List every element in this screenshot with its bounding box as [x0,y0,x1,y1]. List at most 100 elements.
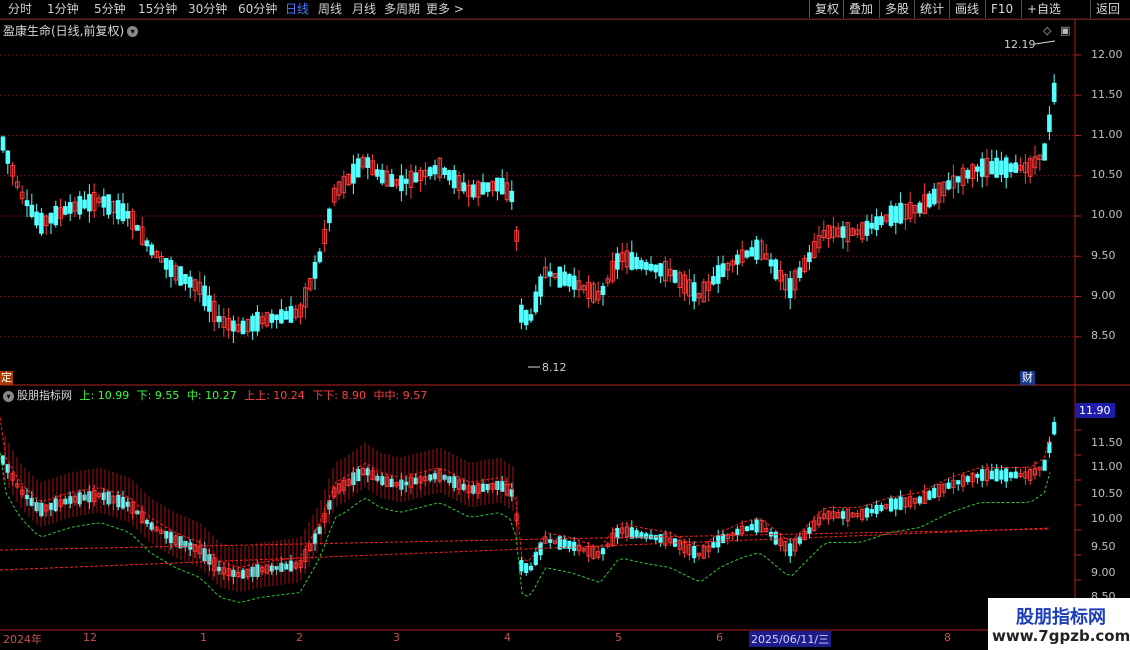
candle-body [379,169,385,184]
candle-body [715,265,721,284]
candle-body [749,247,755,257]
ind-candle-body [39,502,44,517]
ind-candle-body [572,541,577,551]
ind-candle-body [528,565,534,571]
candle-body [274,314,279,321]
candle-body [658,263,663,277]
candle-body [965,169,971,179]
indicator-value-upper: 上: 10.99 [79,389,130,402]
ind-candle-body [932,487,937,498]
ind-candle-body [432,473,438,480]
y-tick: 10.00 [1091,512,1123,525]
ind-candle-body [120,496,126,509]
candle-body [451,170,457,189]
ind-candle-body [735,528,740,536]
indicator-value-lower2: 下下: 8.90 [312,389,367,402]
cursor-date: 2025/06/11/三 [749,631,832,647]
indicator-name: 股朋指标网 [17,389,72,402]
candle-body [250,315,255,332]
candle-body [1047,114,1052,132]
candle-body [874,216,879,231]
candle-body [207,295,212,312]
ind-candle-body [711,542,716,548]
candle-body [615,253,620,270]
candle-body [879,216,884,226]
watermark-title: 股朋指标网 [1016,607,1106,628]
y-tick: 11.50 [1091,436,1123,449]
candle-body [87,194,92,212]
candle-body [975,166,980,172]
chevron-down-icon[interactable]: ▾ [3,390,14,402]
candle-body [600,285,606,295]
candle-body [106,194,111,215]
candle-body [547,271,553,277]
candle-body [48,212,54,224]
candle-body [317,251,323,263]
candle-body [955,176,961,183]
candle-body [1042,143,1047,161]
candle-body [787,278,793,299]
ind-candle-body [888,498,894,512]
candle-body [283,311,289,320]
candle-body [389,174,395,187]
kline-chart[interactable] [0,0,1130,650]
indicator-value-upper2: 上上: 10.24 [244,389,305,402]
x-label: 2024年 [3,633,42,646]
candle-body [523,310,529,326]
ind-candle-body [480,483,486,492]
candle-body [125,211,131,219]
candle-body [67,202,73,214]
x-label: 8 [944,631,951,644]
ind-candle-body [874,504,879,514]
candle-body [1051,82,1057,102]
y-tick: 10.00 [1091,208,1123,221]
candle-body [639,260,644,270]
candle-body [149,244,155,256]
candle-body [183,274,188,285]
y-tick: 11.50 [1091,88,1123,101]
ind-candle-body [980,469,985,481]
x-label: 2 [296,631,303,644]
ind-candle-body [965,476,970,482]
candle-body [480,182,486,195]
ind-candle-body [994,468,999,482]
finance-badge[interactable]: 财 [1020,371,1035,385]
high-arrow [1034,40,1056,45]
y-tick: 9.00 [1091,566,1116,579]
candle-body [999,160,1004,175]
ind-candle-body [658,534,663,543]
candle-body [1013,162,1019,173]
candle-body [528,314,534,321]
candle-body [773,259,779,280]
indicator-legend: ▾ 股朋指标网 上: 10.99 下: 9.55 中: 10.27 上上: 10.… [3,387,431,403]
ind-candle-body [946,482,951,489]
candle-body [888,205,894,226]
ind-candle-body [312,533,318,545]
candle-body [735,254,740,265]
y-tick: 11.00 [1091,460,1123,473]
candle-body [144,240,150,247]
candle-body [413,172,419,183]
candle-body [187,276,193,288]
candle-body [312,261,318,279]
ind-candle-body [548,539,553,543]
current-value-box: 11.90 [1076,403,1115,418]
ind-candle-body [927,490,932,500]
candle-body [53,205,59,226]
candle-body [351,163,356,184]
candle-body [355,158,361,178]
candle-body [375,169,380,177]
candle-body [101,196,107,208]
candle-body [711,276,716,285]
y-tick: 8.50 [1091,329,1116,342]
candle-body [893,206,899,223]
lock-badge[interactable]: 定 [0,371,13,385]
ind-candle-body [1004,468,1009,482]
candle-body [63,206,68,215]
ind-candle-body [1013,471,1018,479]
ind-candle-body [869,509,874,514]
candle-body [39,212,44,234]
mid-ma-line [0,528,1051,551]
candle-body [994,157,999,178]
candle-body [691,282,697,302]
